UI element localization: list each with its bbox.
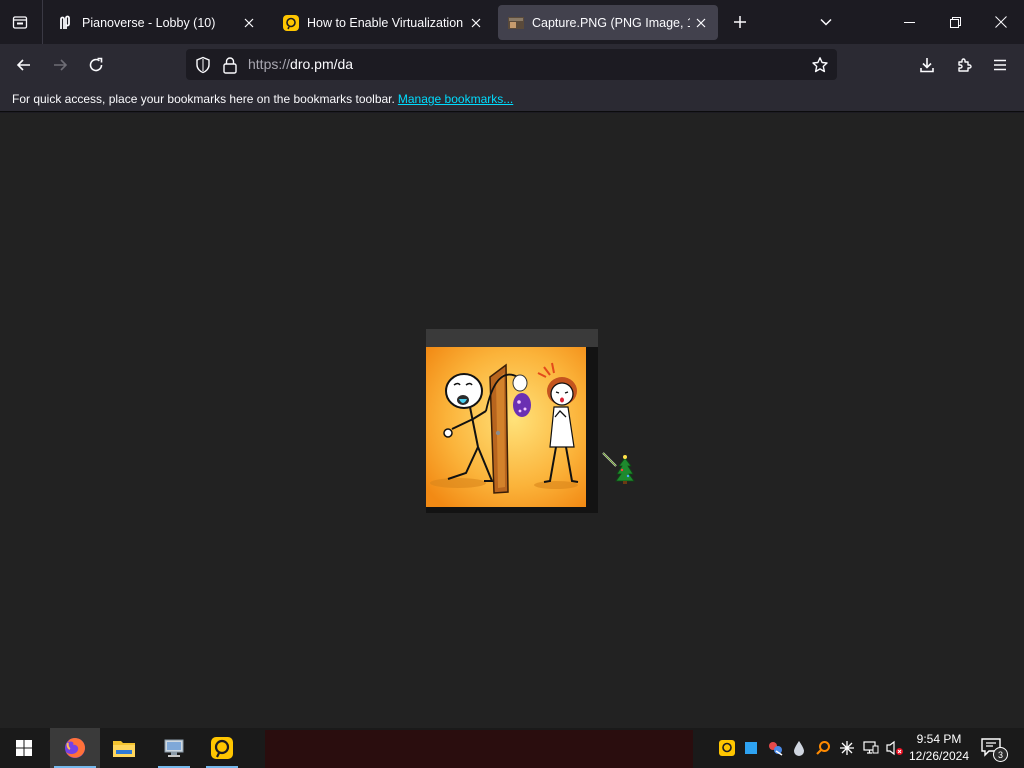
lock-icon[interactable] [222,56,238,79]
christmas-tree-cursor-icon [602,452,635,484]
tab-title: Capture.PNG (PNG Image, 172 [532,15,690,30]
tab-pianoverse[interactable]: Pianoverse - Lobby (10) [48,5,266,40]
close-tab-icon[interactable] [465,12,487,34]
menu-button[interactable] [985,50,1015,80]
page-content [0,113,1024,728]
clock-time: 9:54 PM [916,732,962,746]
notification-count-badge: 3 [993,747,1008,762]
taskbar-file-explorer[interactable] [100,728,148,768]
reload-icon [89,57,103,72]
ldplayer-tray-icon[interactable] [716,728,738,768]
firefox-view-button[interactable] [6,8,34,36]
close-window-button[interactable] [978,0,1024,44]
remote-desktop-icon [164,739,184,757]
close-icon [995,16,1007,28]
image-thumbnail-icon [508,15,524,31]
taskbar: 9:54 PM 12/26/2024 3 [0,728,1024,768]
downloads-button[interactable] [912,50,942,80]
pianoverse-icon [58,15,74,31]
close-tab-icon[interactable] [690,12,712,34]
hamburger-menu-icon [994,59,1006,71]
puzzle-icon [958,58,972,72]
tab-virtualization[interactable]: How to Enable Virtualization (V [273,5,493,40]
minimize-icon [903,21,915,23]
blue-square-tray-icon[interactable] [740,728,762,768]
ldplayer-icon [283,14,299,31]
displayed-image[interactable] [426,329,598,513]
cartoon-illustration [426,347,586,507]
tab-title: How to Enable Virtualization (V [307,15,465,30]
start-button[interactable] [0,728,48,768]
extensions-button[interactable] [949,50,979,80]
chevron-down-icon [820,18,832,26]
action-center-button[interactable]: 3 [978,734,1008,762]
bookmarks-toolbar: For quick access, place your bookmarks h… [0,85,1024,112]
taskbar-remote-desktop[interactable] [150,728,198,768]
restore-icon [949,16,961,28]
desktop: Pianoverse - Lobby (10) How to Enable Vi… [0,0,1024,768]
reload-button[interactable] [81,50,111,80]
forward-button[interactable] [45,50,75,80]
bookmark-star-icon[interactable] [809,54,831,76]
tab-strip: Pianoverse - Lobby (10) How to Enable Vi… [0,0,1024,44]
download-icon [920,58,934,73]
search-tray-icon[interactable] [812,728,834,768]
ldplayer-icon [211,737,233,759]
url-bar[interactable]: https://dro.pm/da [186,49,837,80]
system-clock[interactable]: 9:54 PM 12/26/2024 [905,731,973,765]
navigation-toolbar: https://dro.pm/da [0,44,1024,85]
tab-capture-png[interactable]: Capture.PNG (PNG Image, 172 [498,5,718,40]
restore-button[interactable] [932,0,978,44]
app-tray-icon[interactable] [764,728,786,768]
image-top-strip [426,329,598,347]
clock-date: 12/26/2024 [908,749,970,763]
file-explorer-icon [113,741,135,757]
volume-muted-icon[interactable] [884,728,906,768]
network-tray-icon[interactable] [860,728,882,768]
arrow-right-icon [54,59,68,71]
plus-icon [734,16,746,28]
taskbar-ldplayer[interactable] [198,728,246,768]
list-all-tabs-button[interactable] [814,10,838,34]
arrow-left-icon [16,59,30,71]
tab-title: Pianoverse - Lobby (10) [82,15,216,30]
minimize-button[interactable] [886,0,932,44]
taskbar-firefox[interactable] [50,728,100,768]
tab-separator [42,0,43,44]
url-host: dro.pm/da [290,56,354,72]
bookmarks-hint-text: For quick access, place your bookmarks h… [12,92,395,106]
shield-icon[interactable] [194,56,212,79]
snowflake-tray-icon[interactable] [836,728,858,768]
bookmarks-hint: For quick access, place your bookmarks h… [12,92,513,106]
firefox-view-icon [12,16,28,29]
url-text[interactable]: https://dro.pm/da [248,56,353,72]
taskbar-empty-area [265,730,693,768]
back-button[interactable] [9,50,39,80]
url-scheme: https:// [248,56,291,72]
close-tab-icon[interactable] [238,12,260,34]
windows-logo-icon [16,740,32,756]
manage-bookmarks-link[interactable]: Manage bookmarks... [398,92,513,106]
drop-tray-icon[interactable] [788,728,810,768]
new-tab-button[interactable] [728,10,752,34]
firefox-icon [65,738,85,758]
